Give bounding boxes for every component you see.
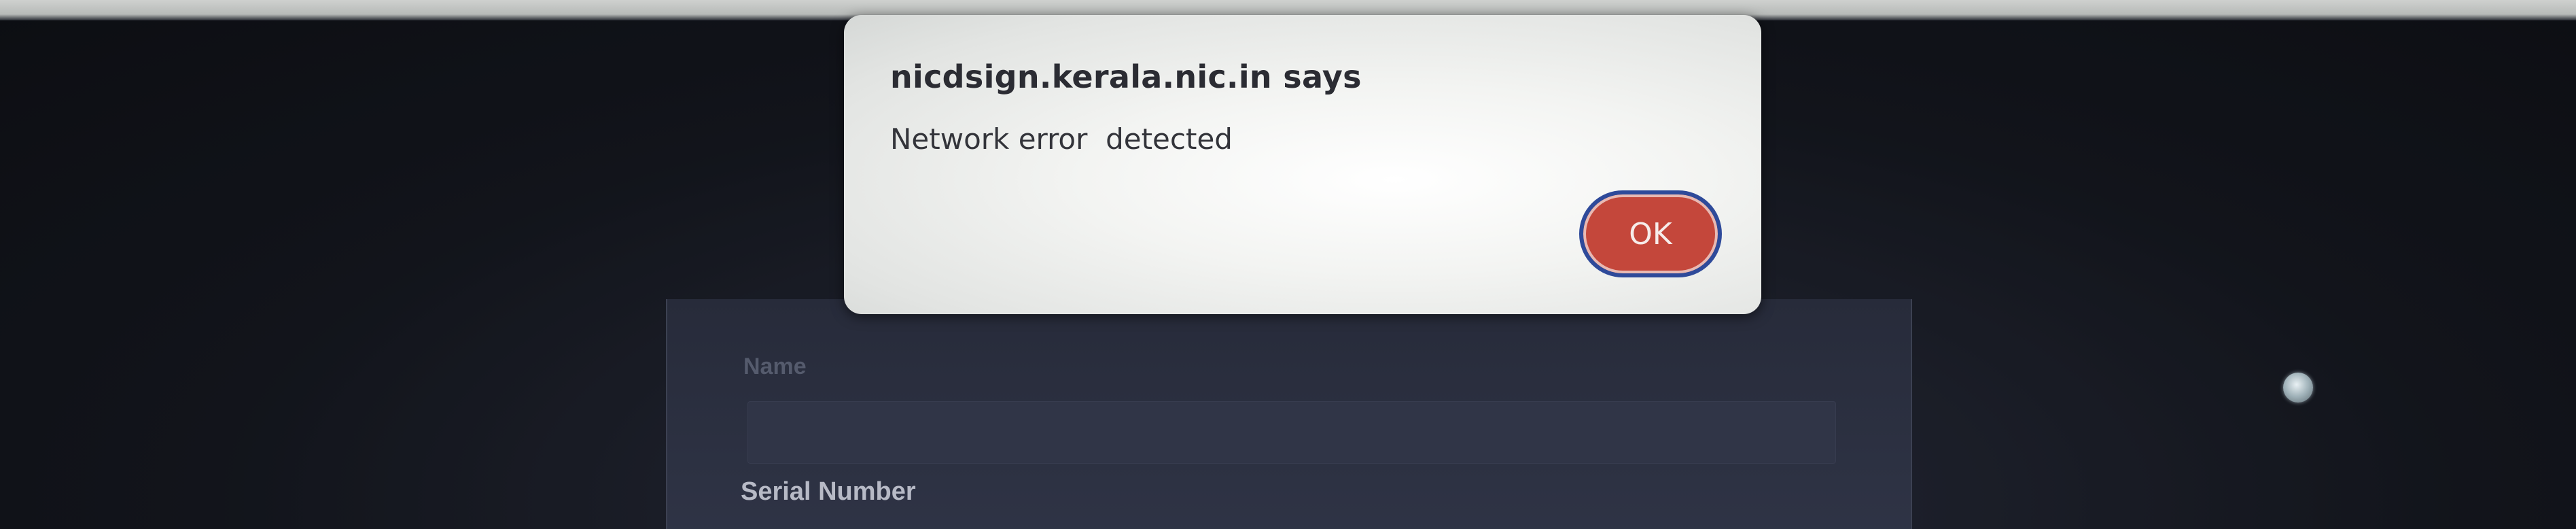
ok-button[interactable]: OK [1579, 190, 1722, 277]
form-panel: Name Serial Number [666, 299, 1912, 529]
alert-dialog: nicdsign.kerala.nic.in says Network erro… [844, 15, 1761, 314]
name-label: Name [743, 354, 807, 379]
name-input[interactable] [747, 401, 1836, 464]
dialog-title: nicdsign.kerala.nic.in says [890, 58, 1362, 95]
status-indicator-icon [2283, 373, 2313, 403]
dialog-message: Network error detected [890, 122, 1233, 156]
screen: Name Serial Number nicdsign.kerala.nic.i… [0, 0, 2576, 529]
serial-number-label: Serial Number [741, 477, 916, 506]
